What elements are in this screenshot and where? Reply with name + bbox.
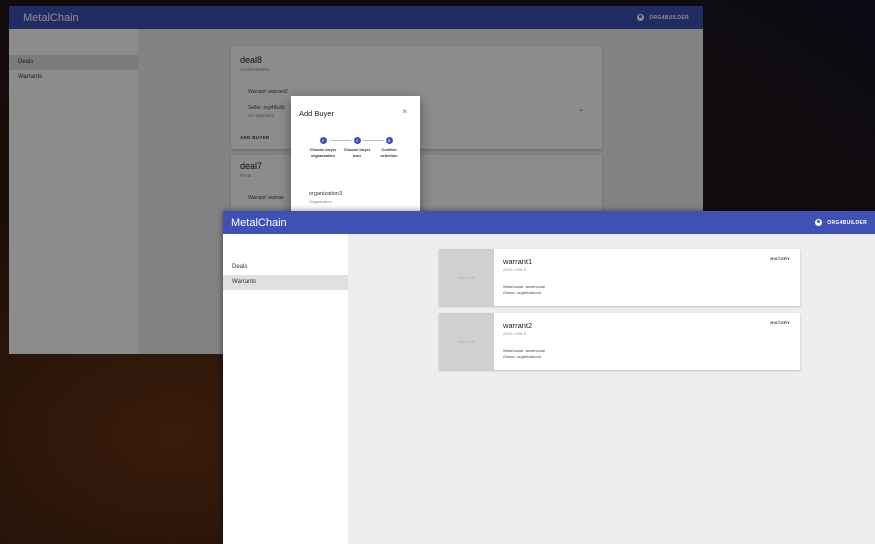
history-button[interactable]: HISTORY [770,320,790,325]
warrant-status: AVAILABLE [503,267,527,272]
warrant-card[interactable]: 150 x 150 warrant1 AVAILABLE Warehouse: … [439,249,800,306]
warrant-name: warrant1 [503,257,533,266]
account-circle-icon [815,219,823,226]
front-sidebar: Deals Warrants [223,234,348,544]
check-icon: ✓ [319,137,327,144]
step-confirm: 3 Confirm selection [374,137,404,158]
warrant-card[interactable]: 150 x 150 warrant2 AVAILABLE Warehouse: … [439,313,800,370]
warrant-thumbnail: 150 x 150 [439,249,494,306]
history-button[interactable]: HISTORY [770,256,790,261]
warrant-owner: Owner: organization4 [503,354,542,359]
sidebar-item-warrants[interactable]: Warrants [223,275,348,290]
warrant-warehouse: Warehouse: warehouse [503,348,546,353]
close-icon[interactable]: × [402,107,407,116]
front-window: MetalChain ORG4BUILDER Deals Warrants 15… [223,211,875,544]
step-label: Choose buyer user [343,147,371,158]
step-number: 3 [385,137,393,144]
user-menu[interactable]: ORG4BUILDER [815,219,867,226]
step-label: Choose buyer organization [309,147,337,158]
step-label: Confirm selection [380,147,398,158]
organization-option-type: Organization [309,199,332,204]
warrant-status: AVAILABLE [503,331,527,336]
organization-option[interactable]: organization3 [309,191,342,197]
dialog-title: Add Buyer [299,109,335,118]
step-choose-organization: ✓ Choose buyer organization [308,137,338,158]
warrant-owner: Owner: organization4 [503,290,542,295]
warrant-thumbnail: 150 x 150 [439,313,494,370]
app-title: MetalChain [231,216,287,229]
front-appbar: MetalChain ORG4BUILDER [223,211,875,234]
sidebar-item-deals[interactable]: Deals [223,260,348,275]
front-main: 150 x 150 warrant1 AVAILABLE Warehouse: … [348,234,875,544]
step-choose-user: ✓ Choose buyer user [342,137,372,158]
user-name: ORG4BUILDER [827,219,867,226]
warrant-warehouse: Warehouse: warehouse [503,284,546,289]
check-icon: ✓ [353,137,361,144]
warrant-name: warrant2 [503,321,533,330]
